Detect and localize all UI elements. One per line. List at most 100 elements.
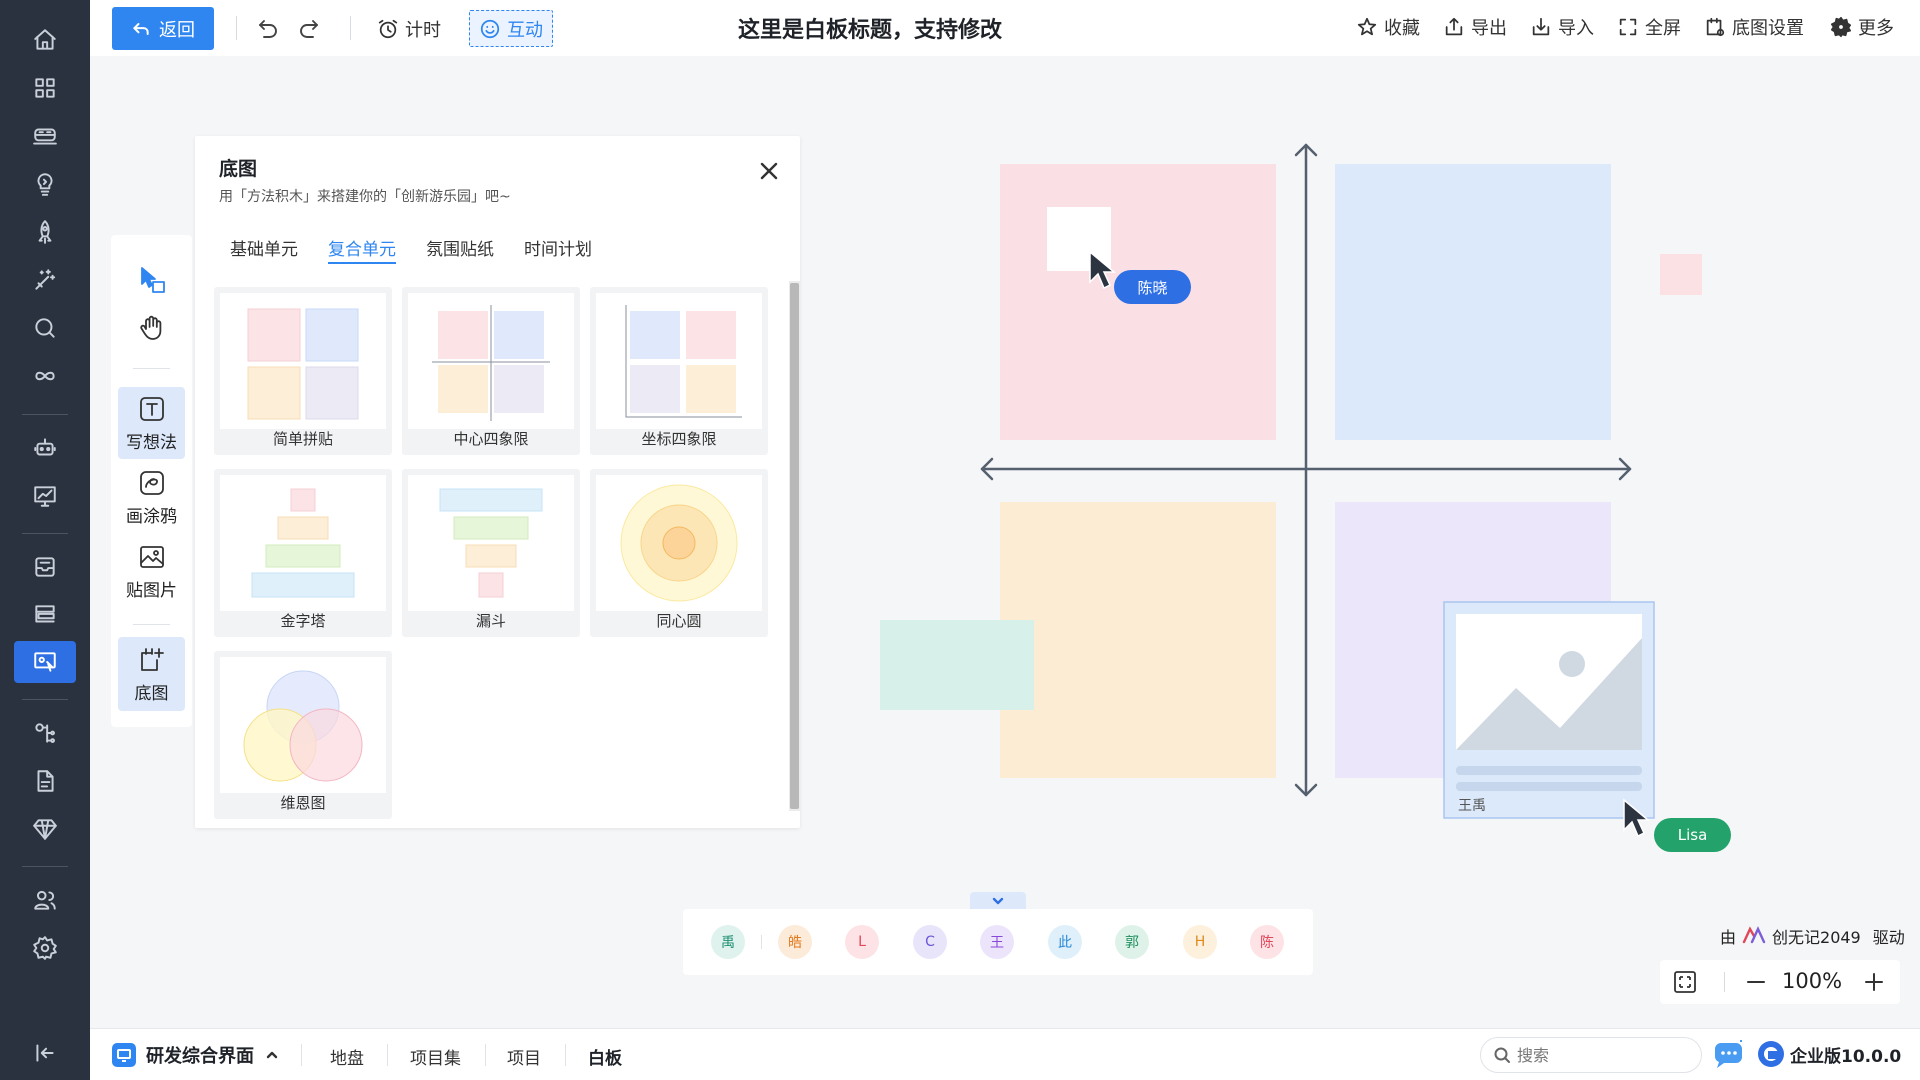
- base-map-panel: 底图 用「方法积木」来搭建你的「创新游乐园」吧~ 基础单元 复合单元 氛围贴纸 …: [195, 136, 800, 828]
- tools-divider: [133, 368, 170, 369]
- draw-tool[interactable]: 画涂鸦: [118, 461, 185, 533]
- green-sticky[interactable]: [880, 620, 1034, 710]
- tab-time-plan[interactable]: 时间计划: [524, 235, 592, 264]
- quadrant-top-right[interactable]: [1335, 164, 1611, 440]
- funnel-preview: [439, 488, 543, 598]
- participant-avatar[interactable]: 此: [1048, 925, 1082, 959]
- base-map-tool[interactable]: 底图: [118, 637, 185, 711]
- minus-icon: [1747, 981, 1765, 983]
- edition-logo-icon: [1758, 1041, 1784, 1067]
- participant-avatar[interactable]: C: [913, 925, 947, 959]
- zoom-level: 100%: [1782, 969, 1843, 993]
- search-input[interactable]: [1517, 1045, 1677, 1065]
- close-icon: [760, 162, 778, 180]
- write-idea-tool[interactable]: 写想法: [118, 387, 185, 459]
- text-box-icon: [139, 396, 164, 421]
- template-card-axis-quadrant[interactable]: 坐标四象限: [590, 287, 768, 455]
- quadrant-bottom-left[interactable]: [1000, 502, 1276, 778]
- brand-logo-icon: [1742, 926, 1766, 944]
- participant-avatar[interactable]: 皓: [778, 925, 812, 959]
- hand-icon: [139, 315, 161, 340]
- axis-quadrant-preview: [625, 305, 742, 418]
- template-label: 坐标四象限: [641, 430, 717, 448]
- tab-basic-unit[interactable]: 基础单元: [230, 235, 298, 264]
- template-card-pyramid[interactable]: 金字塔: [214, 469, 392, 637]
- template-label: 维恩图: [280, 794, 326, 812]
- project-name: 研发综合界面: [146, 1046, 254, 1067]
- avatar-initial: 皓: [788, 935, 802, 951]
- chevron-down-icon: [992, 897, 1004, 904]
- avatar-initial: 郭: [1125, 935, 1139, 951]
- chevron-up-icon: [266, 1051, 278, 1059]
- concentric-preview: [620, 484, 738, 602]
- collaborator-cursor-label: 陈晓: [1114, 270, 1191, 304]
- panel-scrollbar-thumb[interactable]: [790, 283, 799, 809]
- avatar-initial: 此: [1058, 935, 1072, 951]
- tab-composite-unit[interactable]: 复合单元: [328, 235, 396, 264]
- avatar-initial: L: [858, 934, 866, 950]
- participant-avatar[interactable]: 郭: [1115, 925, 1149, 959]
- zoom-out-button[interactable]: [1744, 970, 1768, 994]
- participants-bar: 禹 皓 L C 王 此 郭 H 陈: [683, 909, 1313, 975]
- avatar-initial: 陈: [1260, 935, 1274, 951]
- participants-collapse-button[interactable]: [970, 892, 1026, 909]
- avatar-initial: H: [1194, 934, 1206, 950]
- draw-label: 画涂鸦: [126, 506, 177, 527]
- template-preview: [220, 657, 386, 793]
- powered-prefix: 由: [1720, 928, 1737, 947]
- plus-icon: [1865, 973, 1883, 991]
- powered-by: 由 创无记2049 驱动: [1720, 924, 1905, 948]
- participant-avatar[interactable]: H: [1183, 925, 1217, 959]
- image-text-line: [1456, 782, 1642, 791]
- template-preview: [220, 293, 386, 429]
- tools-panel: 写想法 画涂鸦 贴图片 底图: [111, 235, 192, 727]
- doodle-icon: [139, 470, 164, 495]
- template-preview: [220, 475, 386, 611]
- participant-avatar[interactable]: 王: [980, 925, 1014, 959]
- image-label: 贴图片: [126, 580, 177, 601]
- fit-to-screen-button[interactable]: [1672, 969, 1698, 995]
- nav-divider: [565, 1044, 566, 1066]
- search-box[interactable]: [1480, 1037, 1702, 1073]
- panel-subtitle: 用「方法积木」来搭建你的「创新游乐园」吧~: [219, 189, 511, 205]
- small-pink-sticky[interactable]: [1660, 254, 1702, 295]
- project-switcher[interactable]: 研发综合界面: [112, 1042, 280, 1068]
- ai-chat-icon[interactable]: [1712, 1039, 1748, 1071]
- template-card-concentric[interactable]: 同心圆: [590, 469, 768, 637]
- image-tool[interactable]: 贴图片: [118, 535, 185, 607]
- panel-close-button[interactable]: [756, 158, 782, 184]
- nav-whiteboard[interactable]: 白板: [588, 1044, 622, 1069]
- template-card-simple-collage[interactable]: 简单拼贴: [214, 287, 392, 455]
- fit-screen-icon: [1674, 971, 1696, 993]
- collaborator-cursor-label: Lisa: [1654, 818, 1731, 852]
- template-preview: [408, 293, 574, 429]
- powered-suffix: 驱动: [1872, 928, 1905, 947]
- template-card-venn[interactable]: 维恩图: [214, 651, 392, 819]
- venn-preview: [243, 670, 363, 782]
- nav-project[interactable]: 项目: [507, 1044, 541, 1069]
- template-preview: [408, 475, 574, 611]
- zoom-in-button[interactable]: [1862, 970, 1886, 994]
- template-card-center-quadrant[interactable]: 中心四象限: [402, 287, 580, 455]
- select-tool[interactable]: [118, 259, 185, 301]
- template-label: 中心四象限: [453, 430, 529, 448]
- write-idea-label: 写想法: [126, 432, 177, 453]
- center-quadrant-preview: [432, 305, 550, 421]
- avatar-divider: [761, 935, 762, 949]
- tab-stickers[interactable]: 氛围贴纸: [426, 235, 494, 264]
- participant-avatar[interactable]: L: [845, 925, 879, 959]
- participant-avatar[interactable]: 陈: [1250, 925, 1284, 959]
- board-add-icon: [140, 647, 164, 671]
- tools-divider: [133, 624, 170, 625]
- monitor-icon: [112, 1043, 136, 1067]
- nav-dashboard[interactable]: 地盘: [330, 1044, 364, 1069]
- sun-icon: [1559, 651, 1585, 677]
- template-card-funnel[interactable]: 漏斗: [402, 469, 580, 637]
- search-icon: [1494, 1047, 1510, 1063]
- participant-avatar[interactable]: 禹: [711, 925, 745, 959]
- nav-divider: [387, 1044, 388, 1066]
- avatar-initial: C: [925, 934, 935, 950]
- pan-tool[interactable]: [118, 307, 185, 349]
- nav-program[interactable]: 项目集: [410, 1044, 461, 1069]
- panel-tabs: 基础单元 复合单元 氛围贴纸 时间计划: [230, 235, 592, 264]
